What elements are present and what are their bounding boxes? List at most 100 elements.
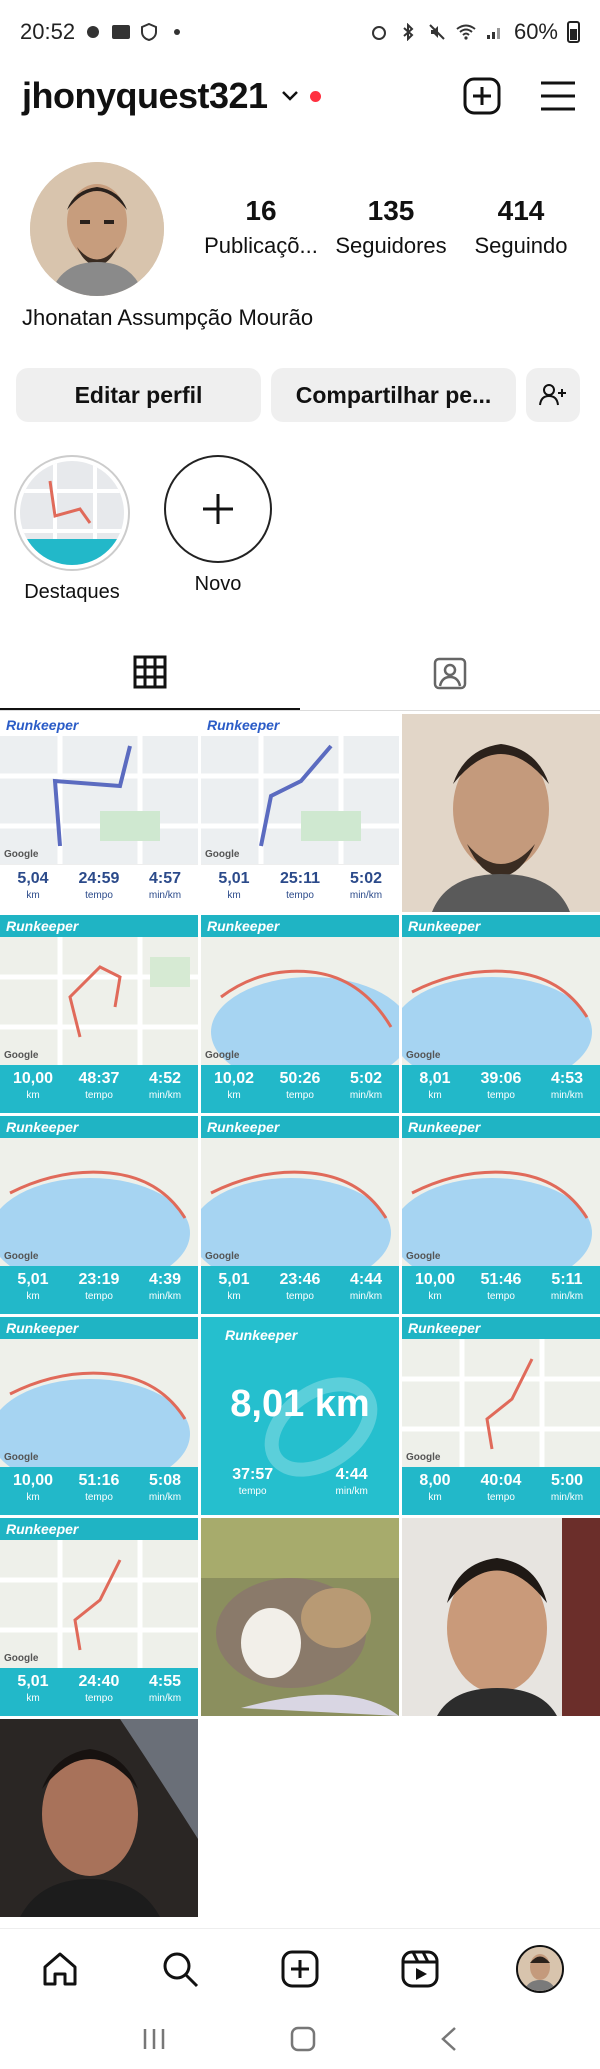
stat-followers-value: 135 [367, 195, 415, 226]
chevron-down-icon[interactable] [280, 86, 300, 106]
home-icon [43, 1952, 77, 1985]
google-label: Google [4, 849, 39, 860]
profile-actions: Editar perfil Compartilhar pe... [16, 368, 584, 422]
pace-value: 4:55 [148, 1673, 182, 1690]
profile-avatar[interactable] [30, 162, 164, 296]
time-unit: tempo [85, 1693, 113, 1704]
run-stats: 10,02 km 50:26 tempo 5:02 min/km [201, 1065, 399, 1113]
run-stats: 10,00 km 51:46 tempo 5:11 min/km [402, 1266, 600, 1314]
home-button-icon[interactable] [290, 2026, 316, 2052]
runkeeper-logo: Runkeeper [0, 1317, 198, 1339]
share-profile-button[interactable]: Compartilhar pe... [271, 368, 516, 422]
nav-search[interactable] [156, 1945, 204, 1993]
time-value: 25:11 [279, 870, 321, 887]
runkeeper-logo: Runkeeper [0, 714, 198, 736]
nav-create[interactable] [276, 1945, 324, 1993]
post-thumbnail[interactable]: Runkeeper Google 10,00 km 51:16 tempo 5:08… [0, 1317, 198, 1515]
edit-profile-button[interactable]: Editar perfil [16, 368, 261, 422]
time-value: 24:59 [78, 870, 120, 887]
stat-posts-value: 16 [245, 195, 277, 226]
pace-unit: min/km [148, 890, 182, 901]
post-thumbnail[interactable]: Runkeeper Google 10,00 km 51:46 tempo 5:11… [402, 1116, 600, 1314]
battery-icon [567, 21, 580, 43]
time-value: 50:26 [279, 1070, 321, 1087]
app-icon [111, 22, 131, 42]
full-name: Jhonatan Assumpção Mourão [22, 305, 314, 330]
back-icon[interactable] [439, 2026, 459, 2052]
time-value: 24:40 [78, 1673, 120, 1690]
new-highlight-button[interactable]: Novo [160, 455, 276, 604]
pace-value: 4:57 [148, 870, 182, 887]
pace-value: 5:11 [551, 1271, 583, 1288]
post-thumbnail[interactable]: Runkeeper Google 5,01 km 23:46 tempo 4:44 m… [201, 1116, 399, 1314]
time-unit: tempo [85, 1492, 113, 1503]
distance-unit: km [227, 890, 241, 901]
post-thumbnail[interactable]: Runkeeper Google 5,01 km 23:19 tempo 4:39 m… [0, 1116, 198, 1314]
post-thumbnail[interactable]: Runkeeper Google 10,00 km 48:37 tempo 4:52… [0, 915, 198, 1113]
pace-value: 5:02 [349, 870, 383, 887]
route-map [0, 937, 198, 1065]
post-thumbnail[interactable]: Runkeeper Google 10,02 km 50:26 tempo 5:02… [201, 915, 399, 1113]
distance-unit: km [26, 1693, 40, 1704]
distance-unit: km [227, 1291, 241, 1302]
post-thumbnail[interactable]: Runkeeper 8,01 km 37:57 tempo 4:44 min/km [201, 1317, 399, 1515]
discover-people-button[interactable] [526, 368, 580, 422]
distance-unit: km [227, 1090, 241, 1101]
runkeeper-logo: Runkeeper [201, 915, 399, 937]
post-thumbnail[interactable]: Runkeeper Google 8,01 km 39:06 tempo 4:53 m… [402, 915, 600, 1113]
menu-button[interactable] [538, 76, 578, 116]
tab-posts-grid[interactable] [0, 636, 300, 710]
highlight-item[interactable]: Destaques [14, 455, 130, 604]
alarm-icon [369, 22, 389, 42]
status-bar: 20:52 60% [0, 0, 600, 64]
pace-value: 4:53 [550, 1070, 584, 1087]
time-unit: tempo [85, 1090, 113, 1101]
nav-reels[interactable] [396, 1945, 444, 1993]
stat-followers[interactable]: 135 Seguidores [326, 195, 456, 259]
profile-stats: 16 Publicaçõ... 135 Seguidores 414 Segui… [196, 195, 586, 259]
post-thumbnail[interactable]: Runkeeper Google 8,00 km 40:04 tempo 5:00 m… [402, 1317, 600, 1515]
stat-following[interactable]: 414 Seguindo [456, 195, 586, 259]
time-unit: tempo [286, 1291, 314, 1302]
pace-value: 5:08 [148, 1472, 182, 1489]
run-stats: 8,01 km 39:06 tempo 4:53 min/km [402, 1065, 600, 1113]
google-label: Google [4, 1452, 39, 1463]
post-thumbnail-photo[interactable] [201, 1518, 399, 1716]
shield-icon [139, 22, 159, 42]
post-thumbnail-photo[interactable] [402, 1518, 600, 1716]
route-map [402, 937, 600, 1065]
username[interactable]: jhonyquest321 [22, 75, 268, 117]
profile-tabs [0, 636, 600, 710]
notification-dot [309, 90, 321, 102]
posts-grid: Runkeeper Google 5,04 km 24:59 tempo 4:57 m… [0, 714, 600, 1917]
route-map [0, 1138, 198, 1266]
distance-value: 10,00 [12, 1472, 54, 1489]
recent-apps-icon[interactable] [141, 2027, 167, 2051]
route-map [0, 1339, 198, 1467]
google-label: Google [205, 849, 240, 860]
post-thumbnail-photo[interactable] [0, 1719, 198, 1917]
post-thumbnail-photo[interactable] [402, 714, 600, 912]
distance-unit: km [428, 1291, 442, 1302]
time-value: 40:04 [480, 1472, 522, 1489]
run-stats: 37:57 tempo 4:44 min/km [201, 1466, 399, 1497]
nav-profile-avatar[interactable] [516, 1944, 564, 1993]
distance-value: 5,01 [218, 870, 250, 887]
pace-unit: min/km [148, 1492, 182, 1503]
time-unit: tempo [286, 1090, 314, 1101]
create-post-button[interactable] [462, 76, 502, 116]
nav-home[interactable] [36, 1945, 84, 1993]
post-thumbnail[interactable]: Runkeeper Google 5,01 km 25:11 tempo 5:02 m… [201, 714, 399, 912]
plus-icon [203, 494, 233, 524]
plus-square-icon [281, 1950, 319, 1987]
post-thumbnail[interactable]: Runkeeper Google 5,04 km 24:59 tempo 4:57 m… [0, 714, 198, 912]
distance-unit: km [26, 1291, 40, 1302]
distance-unit: km [428, 1090, 442, 1101]
stat-posts[interactable]: 16 Publicaçõ... [196, 195, 326, 259]
google-label: Google [205, 1050, 240, 1061]
pace-unit: min/km [148, 1090, 182, 1101]
tab-tagged[interactable] [300, 636, 600, 710]
search-icon [163, 1952, 199, 1987]
time-value: 51:16 [78, 1472, 120, 1489]
post-thumbnail[interactable]: Runkeeper Google 5,01 km 24:40 tempo 4:55 m… [0, 1518, 198, 1716]
